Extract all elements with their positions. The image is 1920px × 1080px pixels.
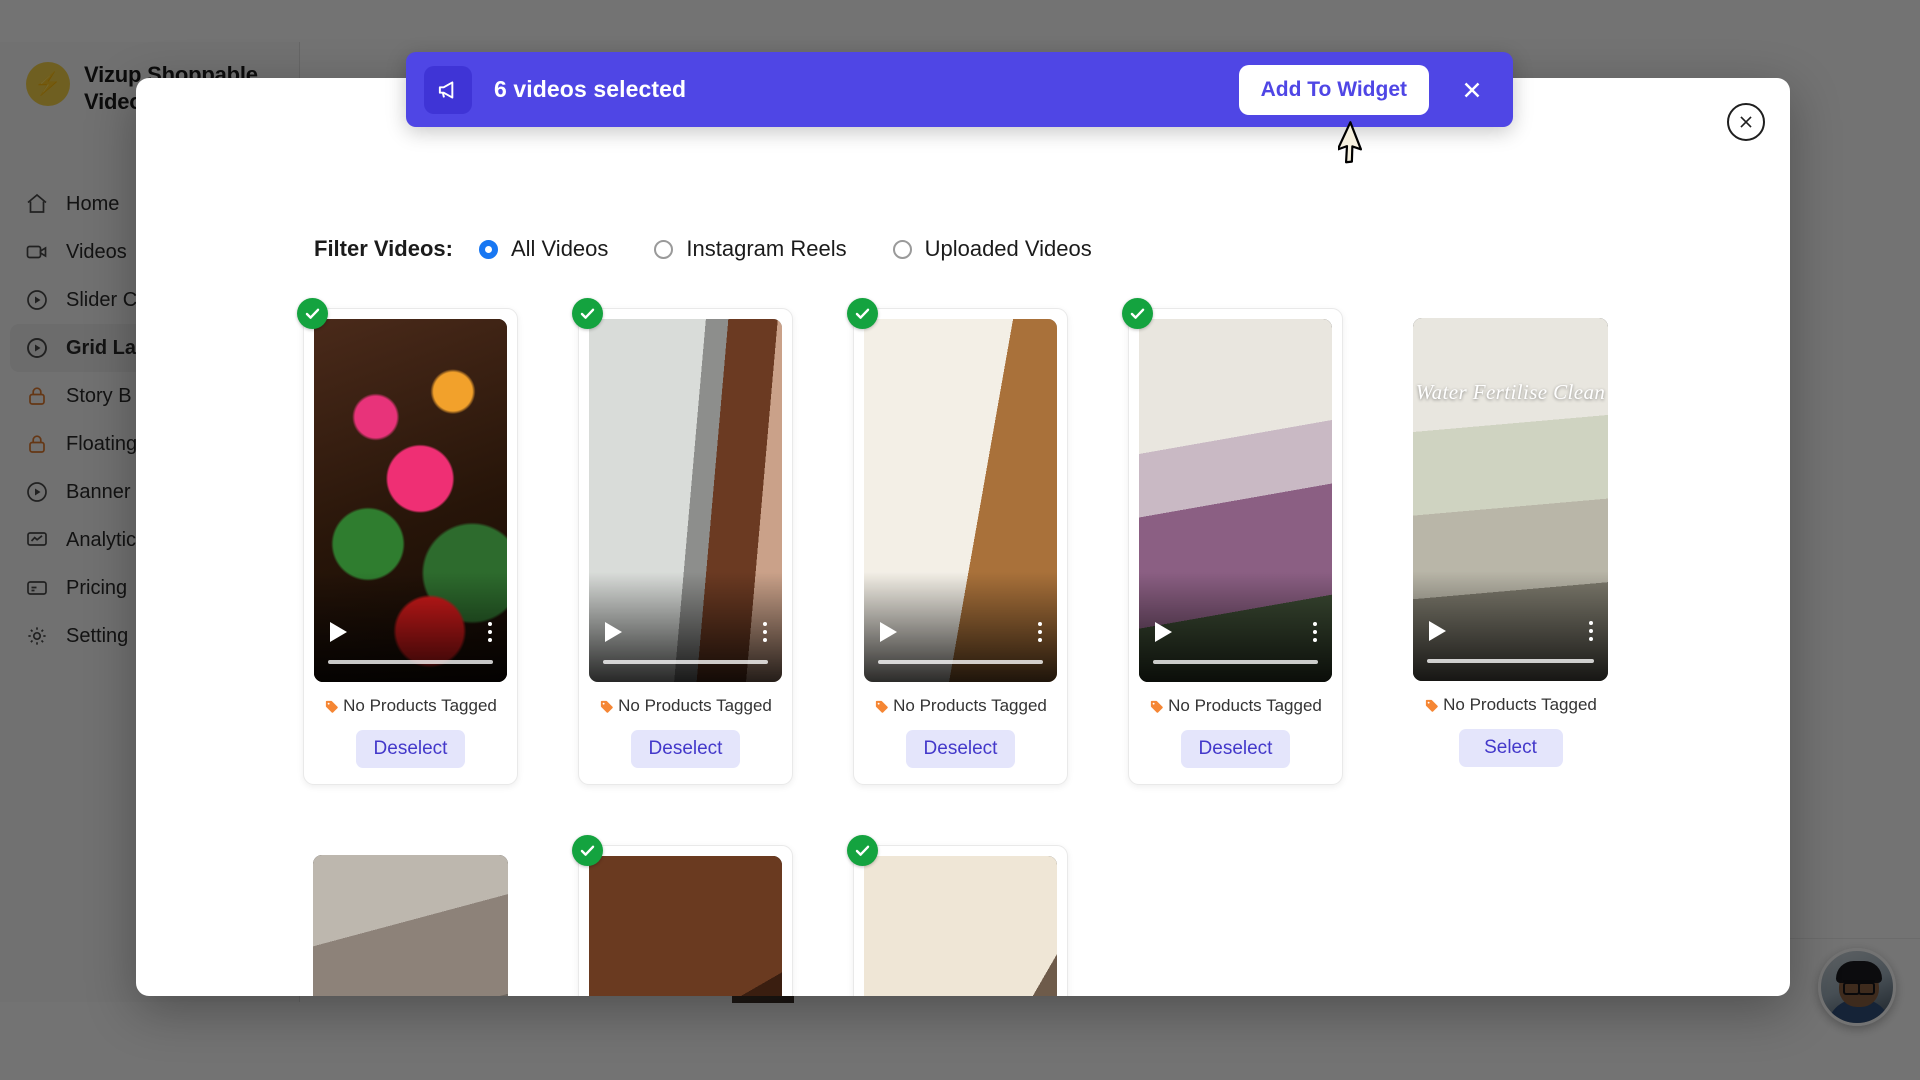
tagged-products-status: No Products Tagged <box>589 696 782 716</box>
play-icon[interactable] <box>330 622 347 642</box>
deselect-button[interactable]: Deselect <box>906 730 1016 768</box>
check-circle-icon <box>572 835 603 866</box>
play-icon[interactable] <box>605 622 622 642</box>
tagged-products-status: No Products Tagged <box>1139 696 1332 716</box>
more-vertical-icon[interactable] <box>488 622 492 642</box>
filter-option-label: Instagram Reels <box>686 236 846 262</box>
video-preview-image <box>589 856 782 996</box>
video-thumbnail[interactable] <box>314 319 507 682</box>
more-vertical-icon[interactable] <box>1313 622 1317 642</box>
deselect-button[interactable]: Deselect <box>631 730 741 768</box>
video-picker-modal: Filter Videos: All Videos Instagram Reel… <box>136 78 1790 996</box>
check-circle-icon <box>847 835 878 866</box>
video-progress-bar[interactable] <box>603 660 768 664</box>
price-tag-icon <box>1424 698 1439 713</box>
check-circle-icon <box>572 298 603 329</box>
tagged-products-status: No Products Tagged <box>1413 695 1608 715</box>
video-card[interactable]: No Products TaggedDeselect <box>853 845 1068 996</box>
close-icon[interactable] <box>1455 73 1489 107</box>
radio-button-icon <box>654 240 673 259</box>
tagged-products-status: No Products Tagged <box>864 696 1057 716</box>
video-preview-image <box>313 855 508 996</box>
tagged-products-status: No Products Tagged <box>314 696 507 716</box>
filter-videos-label: Filter Videos: <box>314 236 453 262</box>
more-vertical-icon[interactable] <box>1038 622 1042 642</box>
video-thumbnail[interactable] <box>1139 319 1332 682</box>
price-tag-icon <box>324 699 339 714</box>
price-tag-icon <box>874 699 889 714</box>
video-progress-bar[interactable] <box>878 660 1043 664</box>
video-progress-bar[interactable] <box>1427 659 1594 663</box>
play-icon[interactable] <box>1429 621 1446 641</box>
play-icon[interactable] <box>880 622 897 642</box>
filter-videos-row: Filter Videos: All Videos Instagram Reel… <box>314 236 1138 262</box>
tagged-products-label: No Products Tagged <box>1443 695 1597 715</box>
selection-banner: 6 videos selected Add To Widget <box>406 52 1513 127</box>
select-button[interactable]: Select <box>1459 729 1563 767</box>
video-thumbnail[interactable] <box>864 856 1057 996</box>
deselect-button[interactable]: Deselect <box>1181 730 1291 768</box>
tagged-products-label: No Products Tagged <box>618 696 772 716</box>
more-vertical-icon[interactable] <box>763 622 767 642</box>
price-tag-icon <box>1149 699 1164 714</box>
video-card[interactable]: No Products Tagged Deselect <box>853 308 1068 785</box>
selection-count-text: 6 videos selected <box>494 76 686 103</box>
video-progress-bar[interactable] <box>1153 660 1318 664</box>
video-card[interactable]: No Products Tagged Deselect <box>1128 308 1343 785</box>
play-icon[interactable] <box>1155 622 1172 642</box>
filter-option-label: Uploaded Videos <box>925 236 1092 262</box>
video-thumbnail[interactable] <box>589 856 782 996</box>
filter-option-instagram-reels[interactable]: Instagram Reels <box>654 236 846 262</box>
radio-button-icon <box>479 240 498 259</box>
megaphone-icon <box>424 66 472 114</box>
check-circle-icon <box>297 298 328 329</box>
filter-option-all-videos[interactable]: All Videos <box>479 236 608 262</box>
video-card[interactable]: No Products Tagged Deselect <box>578 308 793 785</box>
video-preview-image <box>864 856 1057 996</box>
tagged-products-label: No Products Tagged <box>1168 696 1322 716</box>
filter-option-label: All Videos <box>511 236 608 262</box>
tagged-products-label: No Products Tagged <box>343 696 497 716</box>
video-thumbnail[interactable] <box>864 319 1057 682</box>
tagged-products-label: No Products Tagged <box>893 696 1047 716</box>
price-tag-icon <box>599 699 614 714</box>
more-vertical-icon[interactable] <box>1589 621 1593 641</box>
video-card[interactable]: No Products Tagged Deselect <box>303 308 518 785</box>
filter-option-uploaded-videos[interactable]: Uploaded Videos <box>893 236 1092 262</box>
deselect-button[interactable]: Deselect <box>356 730 466 768</box>
video-grid: No Products Tagged Deselect No Products Ta… <box>303 308 1763 996</box>
video-card[interactable]: No Products TaggedDeselect <box>578 845 793 996</box>
close-circle-icon[interactable] <box>1727 103 1765 141</box>
video-thumbnail[interactable] <box>589 319 782 682</box>
video-overlay-caption: Water Fertilise Clean <box>1413 380 1608 405</box>
add-to-widget-button[interactable]: Add To Widget <box>1239 65 1429 115</box>
check-circle-icon <box>1122 298 1153 329</box>
video-progress-bar[interactable] <box>328 660 493 664</box>
video-card[interactable]: No Products TaggedSelect <box>303 845 518 996</box>
video-thumbnail[interactable]: Water Fertilise Clean <box>1413 318 1608 681</box>
radio-button-icon <box>893 240 912 259</box>
video-card[interactable]: Water Fertilise Clean No Products Tagged S… <box>1403 308 1618 785</box>
check-circle-icon <box>847 298 878 329</box>
video-thumbnail[interactable] <box>313 855 508 996</box>
